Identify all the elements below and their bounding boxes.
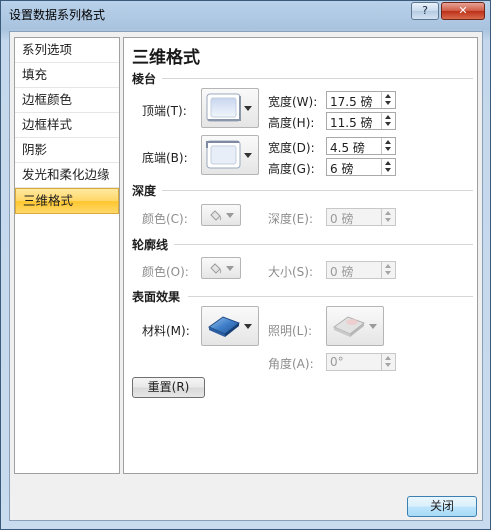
surface-heading: 表面效果 <box>132 290 181 304</box>
help-button[interactable]: ? <box>411 2 439 20</box>
bevel-top-width-stepper[interactable]: 17.5 磅 <box>326 91 396 109</box>
dialog-title: 设置数据系列格式 <box>9 8 106 22</box>
depth-stepper[interactable]: 0 磅 <box>326 208 396 226</box>
title-bar[interactable]: 设置数据系列格式 ? ✕ <box>1 1 490 27</box>
section-divider <box>174 244 473 245</box>
bevel-heading: 棱台 <box>132 72 157 86</box>
dialog-body: 系列选项 填充 边框颜色 边框样式 阴影 发光和柔化边缘 三维格式 三维格式 棱… <box>9 31 483 521</box>
chevron-down-icon <box>244 324 252 329</box>
sidebar-item-series-options[interactable]: 系列选项 <box>15 38 119 63</box>
chevron-down-icon <box>226 266 234 271</box>
contour-color-dropdown[interactable] <box>201 257 241 279</box>
reset-button[interactable]: 重置(R) <box>132 377 205 398</box>
stepper-value: 0 磅 <box>330 212 354 226</box>
contour-size-stepper[interactable]: 0 磅 <box>326 261 396 279</box>
bevel-bottom-dropdown[interactable] <box>201 135 259 175</box>
sidebar-item-shadow[interactable]: 阴影 <box>15 138 119 163</box>
spin-arrows-icon[interactable] <box>381 262 395 278</box>
depth-color-dropdown[interactable] <box>201 204 241 226</box>
chevron-down-icon <box>244 153 252 158</box>
bevel-top-preview-icon <box>206 93 241 122</box>
stepper-value: 0 磅 <box>330 265 354 279</box>
lighting-label: 照明(L): <box>268 324 313 338</box>
bevel-bottom-height-stepper[interactable]: 6 磅 <box>326 158 396 176</box>
bevel-top-height-stepper[interactable]: 11.5 磅 <box>326 112 396 130</box>
lighting-preview-icon <box>332 316 366 337</box>
contour-size-label: 大小(S): <box>268 265 314 279</box>
depth-color-label: 颜色(C): <box>142 212 188 226</box>
category-list: 系列选项 填充 边框颜色 边框样式 阴影 发光和柔化边缘 三维格式 <box>14 37 120 474</box>
material-preview-icon <box>207 316 241 337</box>
chevron-down-icon <box>226 213 234 218</box>
angle-stepper[interactable]: 0° <box>326 353 396 371</box>
stepper-value: 17.5 磅 <box>330 95 373 109</box>
panel-title: 三维格式 <box>132 48 200 68</box>
section-divider <box>162 190 473 191</box>
chevron-down-icon <box>369 324 377 329</box>
bevel-top-dropdown[interactable] <box>201 88 259 128</box>
bevel-top-label: 顶端(T): <box>142 104 187 118</box>
angle-label: 角度(A): <box>268 357 314 371</box>
paint-bucket-icon <box>210 263 222 274</box>
spin-arrows-icon[interactable] <box>381 159 395 175</box>
bevel-bottom-preview-icon <box>206 140 241 169</box>
depth-label: 深度(E): <box>268 212 313 226</box>
lighting-dropdown[interactable] <box>326 306 384 346</box>
material-label: 材料(M): <box>142 324 190 338</box>
sidebar-item-fill[interactable]: 填充 <box>15 63 119 88</box>
bevel-top-width-label: 宽度(W): <box>268 95 318 109</box>
spin-arrows-icon[interactable] <box>381 138 395 154</box>
bevel-top-height-label: 高度(H): <box>268 116 315 130</box>
contour-color-label: 颜色(O): <box>142 265 189 279</box>
close-window-button[interactable]: ✕ <box>441 2 485 20</box>
sidebar-item-border-color[interactable]: 边框颜色 <box>15 88 119 113</box>
material-dropdown[interactable] <box>201 306 259 346</box>
format-data-series-dialog: 设置数据系列格式 ? ✕ 系列选项 填充 边框颜色 边框样式 阴影 发光和柔化边… <box>0 0 491 530</box>
section-divider <box>162 78 473 79</box>
spin-arrows-icon[interactable] <box>381 92 395 108</box>
bevel-bottom-height-label: 高度(G): <box>268 162 315 176</box>
bevel-bottom-width-label: 宽度(D): <box>268 141 315 155</box>
sidebar-item-glow-soft-edges[interactable]: 发光和柔化边缘 <box>15 163 119 188</box>
sidebar-item-3d-format[interactable]: 三维格式 <box>15 188 119 214</box>
bevel-bottom-label: 底端(B): <box>142 151 188 165</box>
spin-arrows-icon[interactable] <box>381 113 395 129</box>
section-divider <box>188 296 473 297</box>
sidebar-item-border-style[interactable]: 边框样式 <box>15 113 119 138</box>
paint-bucket-icon <box>210 210 222 221</box>
spin-arrows-icon[interactable] <box>381 209 395 225</box>
stepper-value: 6 磅 <box>330 162 354 176</box>
stepper-value: 0° <box>330 355 344 369</box>
stepper-value: 11.5 磅 <box>330 116 373 130</box>
contour-heading: 轮廓线 <box>132 238 169 252</box>
stepper-value: 4.5 磅 <box>330 141 365 155</box>
close-button[interactable]: 关闭 <box>407 496 477 517</box>
settings-panel: 三维格式 棱台 顶端(T): 宽度(W): 17.5 磅 高度(H): 11.5… <box>123 37 478 474</box>
depth-heading: 深度 <box>132 184 157 198</box>
bevel-bottom-width-stepper[interactable]: 4.5 磅 <box>326 137 396 155</box>
chevron-down-icon <box>244 106 252 111</box>
spin-arrows-icon[interactable] <box>381 354 395 370</box>
